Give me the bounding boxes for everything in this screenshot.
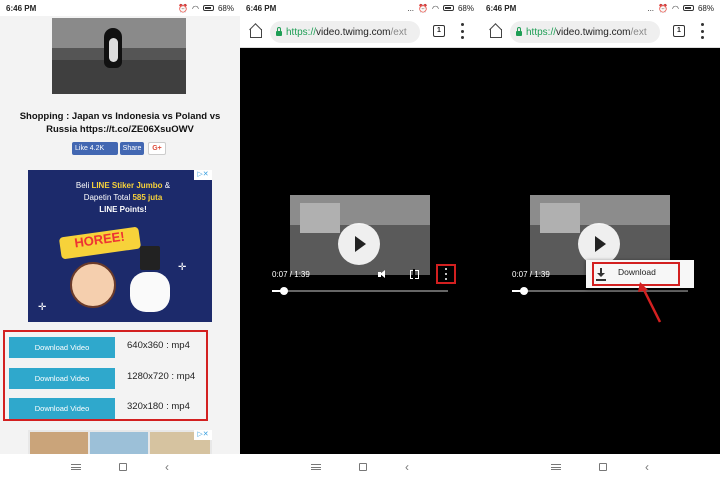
lock-icon <box>276 27 282 36</box>
video-time: 0:07 / 1:39 <box>272 270 310 279</box>
google-plus-button[interactable]: G+ <box>148 142 166 155</box>
download-video-button-640[interactable]: Download Video <box>9 337 115 358</box>
video-time: 0:07 / 1:39 <box>512 270 550 279</box>
home-icon[interactable] <box>488 24 502 38</box>
status-time: 6:46 PM <box>6 3 37 13</box>
ad-line-2: Dapetin Total 585 juta <box>83 193 163 202</box>
facebook-like-button[interactable]: Like 4.2K <box>72 142 118 155</box>
bottom-advertisement[interactable]: ▷✕ <box>28 430 212 454</box>
battery-percent: 68% <box>217 3 234 13</box>
battery-icon <box>202 5 214 11</box>
signal-dots: ... <box>647 3 655 13</box>
wifi-icon: ◠ <box>672 3 679 13</box>
download-options-highlight: Download Video 640x360 : mp4 Download Vi… <box>3 330 208 421</box>
url-path: /ext <box>390 26 407 38</box>
wifi-icon: ◠ <box>432 3 439 13</box>
gplus-label: G+ <box>152 145 162 152</box>
pointer-arrow-icon <box>638 282 662 323</box>
download-video-button-1280[interactable]: Download Video <box>9 368 115 389</box>
volume-icon[interactable] <box>378 270 388 279</box>
wifi-icon: ◠ <box>192 3 199 13</box>
share-label: Share <box>122 145 142 152</box>
ad-choices-icon[interactable]: ▷✕ <box>194 170 212 180</box>
back-icon[interactable]: ‹ <box>405 460 409 474</box>
alarm-icon: ⏰ <box>418 3 428 13</box>
signal-dots: ... <box>407 3 415 13</box>
progress-knob[interactable] <box>280 287 289 295</box>
format-label-1280: 1280x720 : mp4 <box>127 371 196 382</box>
lock-icon <box>516 27 522 36</box>
progress-knob[interactable] <box>520 287 529 295</box>
battery-icon <box>682 5 694 11</box>
battery-icon <box>442 5 454 11</box>
home-icon[interactable] <box>248 24 262 38</box>
tweet-title: Shopping : Japan vs Indonesia vs Poland … <box>19 111 221 135</box>
ad-line-3: LINE Points! <box>99 205 147 214</box>
like-label: Like 4.2K <box>75 145 105 152</box>
battery-percent: 68% <box>457 3 474 13</box>
tab-switcher-icon[interactable]: 1 <box>673 25 685 37</box>
alarm-icon: ⏰ <box>658 3 668 13</box>
format-label-320: 320x180 : mp4 <box>127 401 190 412</box>
recent-apps-icon[interactable] <box>311 464 321 470</box>
download-video-button-320[interactable]: Download Video <box>9 398 115 419</box>
alarm-icon: ⏰ <box>178 3 188 13</box>
format-label-640: 640x360 : mp4 <box>127 340 190 351</box>
back-icon[interactable]: ‹ <box>165 460 169 474</box>
recent-apps-icon[interactable] <box>71 464 81 470</box>
ad-line-1: Beli LINE Stiker Jumbo & <box>75 181 171 190</box>
android-nav-bar: ‹ <box>480 454 720 480</box>
url-bar[interactable]: https:// video.twimg.com /ext <box>510 21 660 43</box>
browser-menu-icon[interactable] <box>460 23 464 39</box>
sparkle-icon: ✛ <box>178 262 187 273</box>
video-more-options-icon[interactable] <box>444 268 448 280</box>
video-thumbnail[interactable] <box>52 18 186 94</box>
status-icons: ... ⏰ ◠ 68% <box>647 4 714 13</box>
back-icon[interactable]: ‹ <box>645 460 649 474</box>
android-nav-bar: ‹ <box>240 454 480 480</box>
penguin-image <box>104 28 122 68</box>
character-face-image <box>70 262 116 308</box>
character-cat-image <box>130 272 170 312</box>
status-icons: ⏰ ◠ 68% <box>178 4 234 13</box>
url-host: video.twimg.com <box>556 26 631 38</box>
tab-switcher-icon[interactable]: 1 <box>433 25 445 37</box>
sparkle-icon: ✛ <box>38 302 47 313</box>
status-bar: 6:46 PM ⏰ ◠ 68% <box>0 0 240 16</box>
facebook-share-button[interactable]: Share <box>120 142 144 155</box>
url-bar[interactable]: https:// video.twimg.com /ext <box>270 21 420 43</box>
home-nav-icon[interactable] <box>119 463 127 471</box>
status-icons: ... ⏰ ◠ 68% <box>407 4 474 13</box>
url-path: /ext <box>630 26 647 38</box>
recent-apps-icon[interactable] <box>551 464 561 470</box>
home-nav-icon[interactable] <box>359 463 367 471</box>
panel-web-page: 6:46 PM ⏰ ◠ 68% Shopping : Japan vs Indo… <box>0 0 240 480</box>
url-scheme: https:// <box>526 26 557 38</box>
browser-toolbar: https:// video.twimg.com /ext 1 <box>480 16 720 48</box>
home-nav-icon[interactable] <box>599 463 607 471</box>
panel-video-player: 6:46 PM ... ⏰ ◠ 68% https:// video.twimg… <box>240 0 480 480</box>
fullscreen-icon[interactable] <box>410 269 419 279</box>
video-frame[interactable] <box>290 195 430 275</box>
status-bar: 6:46 PM ... ⏰ ◠ 68% <box>240 0 480 16</box>
status-time: 6:46 PM <box>246 3 277 13</box>
video-progress-bar[interactable] <box>272 287 448 295</box>
browser-menu-icon[interactable] <box>700 23 704 39</box>
url-scheme: https:// <box>286 26 317 38</box>
browser-toolbar: https:// video.twimg.com /ext 1 <box>240 16 480 48</box>
play-icon[interactable] <box>578 223 620 265</box>
status-bar: 6:46 PM ... ⏰ ◠ 68% <box>480 0 720 16</box>
play-icon[interactable] <box>338 223 380 265</box>
url-host: video.twimg.com <box>316 26 391 38</box>
android-nav-bar: ‹ <box>0 454 240 480</box>
battery-percent: 68% <box>697 3 714 13</box>
character-hat-image <box>140 246 160 270</box>
ad-choices-icon[interactable]: ▷✕ <box>194 430 212 440</box>
status-time: 6:46 PM <box>486 3 517 13</box>
panel-download-menu: 6:46 PM ... ⏰ ◠ 68% https:// video.twimg… <box>480 0 720 480</box>
